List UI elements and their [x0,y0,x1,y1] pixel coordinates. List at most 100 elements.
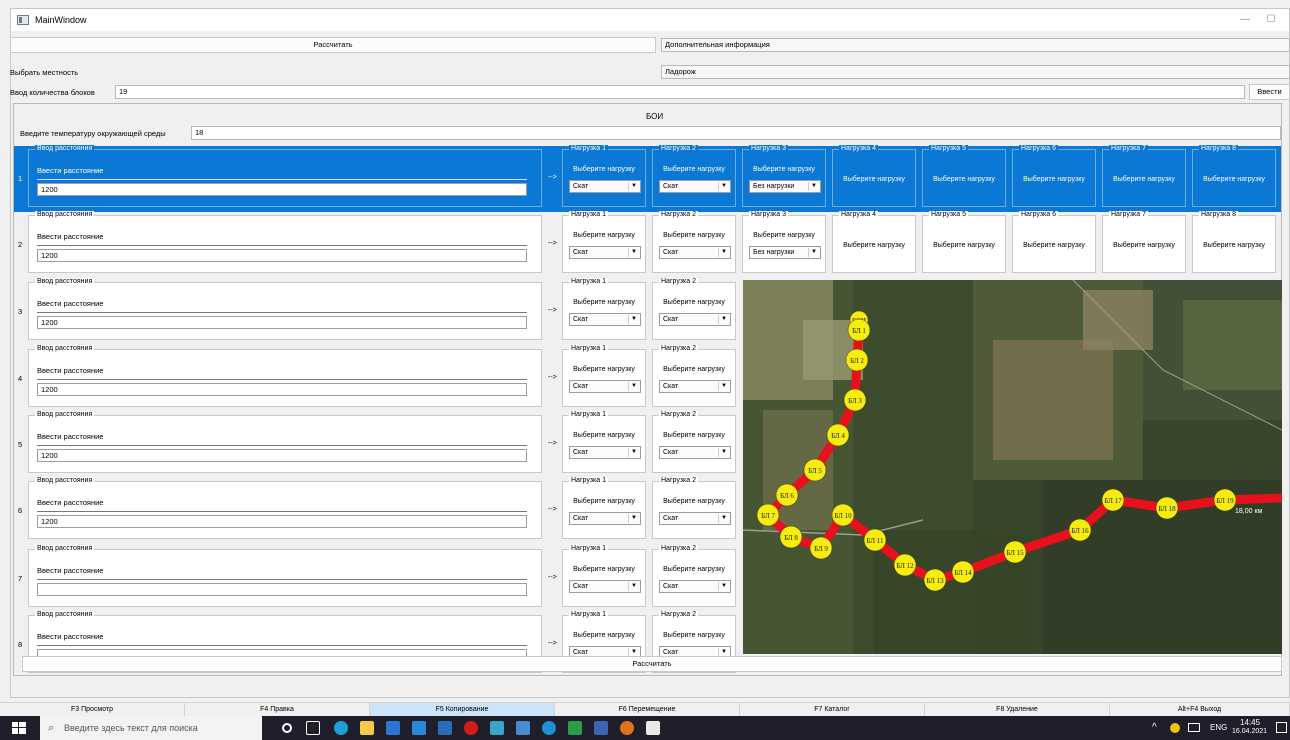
additional-info-field[interactable]: Дополнительная информация [661,38,1290,52]
route-marker[interactable]: БЛ 14 [951,560,975,584]
distance-input[interactable]: 1200 [37,383,527,396]
load-select[interactable]: Скат ▼ [569,313,641,326]
clock-date[interactable]: 16.04.2021 [1232,728,1267,735]
distance-input[interactable]: 1200 [37,449,527,462]
load-select[interactable]: Скат ▼ [569,380,641,393]
load-prompt: Выберите нагрузку [573,432,635,439]
load-select[interactable]: Скат ▼ [659,446,731,459]
marker-label: БЛ 17 [1104,497,1122,505]
load-group-2: Нагрузка 2 Выберите нагрузку Скат ▼ [652,545,736,607]
load-select[interactable]: Скат ▼ [659,512,731,525]
fkey-button[interactable]: Alt+F4 Выход [1110,703,1290,717]
minimize-button[interactable]: — [1235,11,1255,29]
route-marker[interactable]: БЛ 1 [847,318,871,342]
load-prompt: Выберите нагрузку [663,232,725,239]
mail-icon[interactable] [412,721,426,735]
app-icon-3[interactable] [620,721,634,735]
fkey-button[interactable]: F7 Каталог [740,703,925,717]
load-prompt: Выберите нагрузку [573,366,635,373]
temperature-input[interactable]: 18 [191,126,1281,140]
load-prompt: Выберите нагрузку [663,299,725,306]
block-count-input[interactable]: 19 [115,85,1245,99]
excel-icon[interactable] [568,721,582,735]
load-select[interactable]: Скат ▼ [659,580,731,593]
distance-group: Ввод расстояния Ввести расстояние 1200 [28,411,542,473]
load-group-title: Нагрузка 4 [839,145,878,152]
app-icon-1[interactable] [490,721,504,735]
terrain-combo[interactable]: Ладорож [661,65,1290,79]
load-select[interactable]: Без нагрузки ▼ [749,180,821,193]
route-marker[interactable]: БЛ 17 [1101,488,1125,512]
calculate-button[interactable]: Рассчитать [10,37,656,53]
route-marker[interactable]: БЛ 9 [809,536,833,560]
load-select[interactable]: Скат ▼ [569,246,641,259]
skype-icon[interactable] [542,721,556,735]
route-marker[interactable]: БЛ 8 [779,525,803,549]
load-select[interactable]: Скат ▼ [569,580,641,593]
enter-button[interactable]: Ввести [1249,84,1290,100]
distance-input[interactable]: 1200 [37,249,527,262]
route-marker[interactable]: БЛ 15 [1003,540,1027,564]
distance-group: Ввод расстояния Ввести расстояние [28,545,542,607]
load-select[interactable]: Скат ▼ [659,246,731,259]
fkey-button[interactable]: F5 Копирование [370,703,555,717]
load-prompt: Выберите нагрузку [1203,242,1265,249]
load-select[interactable]: Скат ▼ [659,180,731,193]
load-select[interactable]: Скат ▼ [659,313,731,326]
fkey-button[interactable]: F3 Просмотр [0,703,185,717]
route-marker[interactable]: БЛ 2 [845,348,869,372]
notifications-icon[interactable] [1276,722,1287,733]
route-marker[interactable]: БЛ 16 [1068,518,1092,542]
load-select[interactable]: Скат ▼ [569,180,641,193]
route-marker[interactable]: БЛ 11 [863,528,887,552]
distance-input[interactable]: 1200 [37,515,527,528]
distance-input[interactable] [37,583,527,596]
distance-label: Ввести расстояние [37,166,104,175]
app-icon-2[interactable] [594,721,608,735]
cortana-icon[interactable] [282,723,292,733]
route-map[interactable]: БОИБЛ 1БЛ 2БЛ 3БЛ 4БЛ 5БЛ 6БЛ 7БЛ 8БЛ 9Б… [743,280,1282,654]
route-marker[interactable]: БЛ 3 [843,388,867,412]
mainwindow-taskbar-icon[interactable] [646,721,660,735]
route-marker[interactable]: БЛ 13 [923,568,947,592]
load-select-value: Скат [573,515,589,522]
route-marker[interactable]: БЛ 4 [826,423,850,447]
edge-icon[interactable] [334,721,348,735]
route-marker[interactable]: БЛ 10 [831,503,855,527]
save-icon[interactable] [438,721,452,735]
block-row[interactable]: 1 Ввод расстояния Ввести расстояние 1200 -->… [14,145,1281,212]
fkey-button[interactable]: F4 Правка [185,703,370,717]
route-marker[interactable]: БЛ 7 [756,503,780,527]
route-marker[interactable]: БЛ 19 [1213,488,1237,512]
load-select[interactable]: Скат ▼ [569,446,641,459]
load-select[interactable]: Скат ▼ [659,380,731,393]
temperature-label: Введите температуру окружающей среды [20,129,166,138]
calculator-icon[interactable] [516,721,530,735]
task-view-icon[interactable] [306,721,320,735]
clock-time[interactable]: 14:45 [1240,718,1260,727]
windows-start-icon[interactable] [12,721,26,735]
route-marker[interactable]: БЛ 12 [893,553,917,577]
taskbar-search-input[interactable]: ⌕ Введите здесь текст для поиска [40,716,262,740]
tray-app-icon[interactable] [1170,723,1180,733]
chevron-down-icon: ▼ [628,248,639,257]
route-marker[interactable]: БЛ 6 [775,483,799,507]
language-indicator[interactable]: ENG [1210,723,1227,732]
network-icon[interactable] [1188,723,1200,732]
bottom-calculate-button[interactable]: Рассчитать [22,656,1282,672]
load-select[interactable]: Без нагрузки ▼ [749,246,821,259]
marker-label: БЛ 8 [784,534,798,542]
opera-icon[interactable] [464,721,478,735]
tray-chevron-icon[interactable]: ^ [1152,722,1157,733]
block-row[interactable]: 2 Ввод расстояния Ввести расстояние 1200 -->… [14,211,1281,278]
load-select[interactable]: Скат ▼ [569,512,641,525]
fkey-button[interactable]: F6 Перемещение [555,703,740,717]
distance-input[interactable]: 1200 [37,183,527,196]
maximize-button[interactable]: ☐ [1261,11,1281,29]
route-marker[interactable]: БЛ 18 [1155,496,1179,520]
file-explorer-icon[interactable] [360,721,374,735]
route-marker[interactable]: БЛ 5 [803,458,827,482]
distance-input[interactable]: 1200 [37,316,527,329]
store-icon[interactable] [386,721,400,735]
fkey-button[interactable]: F8 Удаление [925,703,1110,717]
